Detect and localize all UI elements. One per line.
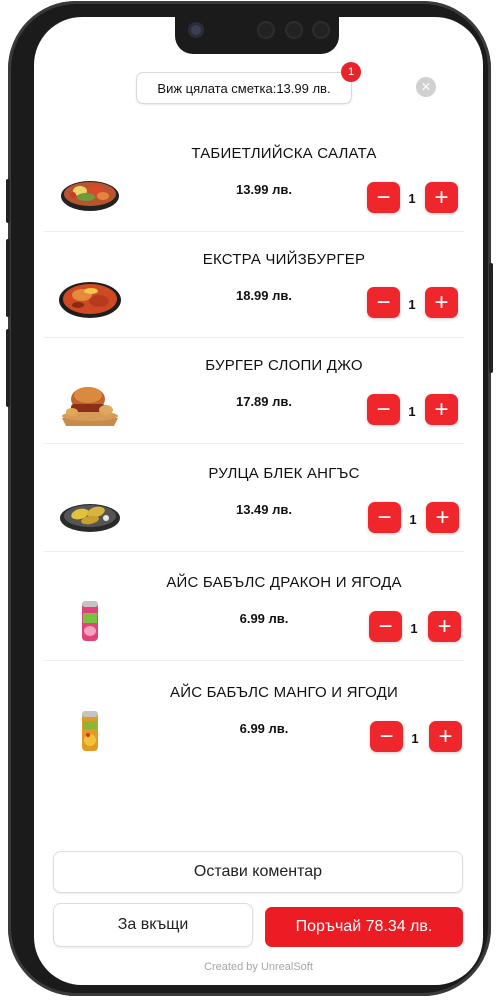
side-button: [6, 179, 10, 223]
order-button[interactable]: Поръчай 78.34 лв.: [265, 907, 463, 947]
item-image-burger: [58, 380, 122, 426]
item-quantity: 1: [411, 731, 419, 746]
item-price: 6.99 лв.: [239, 611, 289, 626]
item-price: 17.89 лв.: [235, 394, 292, 409]
sensor-dot: [285, 21, 303, 39]
item-quantity: 1: [408, 297, 416, 312]
cart-item: АЙС БАБЪЛС ДРАКОН И ЯГОДА 6.99 лв. − 1 +: [44, 553, 464, 661]
item-name: РУЛЦА БЛЕК АНГЪС: [208, 465, 360, 482]
side-button: [6, 329, 10, 407]
side-button: [489, 263, 493, 373]
camera-icon: [188, 22, 204, 38]
credit-text: Created by UnrealSoft: [204, 961, 313, 973]
item-name: АЙС БАБЪЛС ДРАКОН И ЯГОДА: [166, 574, 402, 591]
decrease-quantity-button[interactable]: −: [370, 721, 403, 752]
order-label: Поръчай 78.34 лв.: [295, 918, 433, 935]
leave-comment-button[interactable]: Остави коментар: [53, 851, 463, 893]
sensor-dot: [257, 21, 275, 39]
item-image-drink-pink: [58, 597, 122, 643]
view-bill-button[interactable]: Виж цялата сметка:13.99 лв.: [136, 72, 352, 104]
cart-item: АЙС БАБЪЛС МАНГО И ЯГОДИ 6.99 лв. − 1 +: [44, 663, 464, 771]
item-quantity: 1: [410, 621, 418, 636]
item-price: 18.99 лв.: [235, 288, 292, 303]
item-name: ТАБИЕТЛИЙСКА САЛАТА: [191, 145, 377, 162]
side-button: [6, 239, 10, 317]
decrease-quantity-button[interactable]: −: [367, 394, 400, 425]
item-name: БУРГЕР СЛОПИ ДЖО: [205, 357, 363, 374]
sensor-dot: [312, 21, 330, 39]
item-image-platter: [58, 274, 122, 320]
item-image-rolls: [58, 488, 122, 534]
decrease-quantity-button[interactable]: −: [367, 287, 400, 318]
takeaway-label: За вкъщи: [117, 916, 189, 933]
view-bill-label: Виж цялата сметка:13.99 лв.: [157, 80, 331, 96]
item-name: ЕКСТРА ЧИЙЗБУРГЕР: [202, 251, 366, 268]
item-price: 6.99 лв.: [239, 721, 289, 736]
item-price: 13.99 лв.: [235, 182, 292, 197]
cart-item: БУРГЕР СЛОПИ ДЖО 17.89 лв. − 1 +: [44, 336, 464, 444]
item-quantity: 1: [409, 512, 417, 527]
item-name: АЙС БАБЪЛС МАНГО И ЯГОДИ: [170, 684, 398, 701]
increase-quantity-button[interactable]: +: [426, 502, 459, 533]
takeaway-button[interactable]: За вкъщи: [53, 903, 253, 947]
app-screen: Виж цялата сметка:13.99 лв. 1 ✕ ТАБИЕТЛИ…: [34, 17, 483, 985]
increase-quantity-button[interactable]: +: [425, 287, 458, 318]
decrease-quantity-button[interactable]: −: [368, 502, 401, 533]
item-quantity: 1: [408, 191, 416, 206]
decrease-quantity-button[interactable]: −: [367, 182, 400, 213]
item-image-salad: [58, 168, 122, 214]
item-price: 13.49 лв.: [235, 502, 292, 517]
leave-comment-label: Остави коментар: [193, 863, 323, 880]
cart-item: ТАБИЕТЛИЙСКА САЛАТА 13.99 лв. − 1 +: [44, 124, 464, 232]
increase-quantity-button[interactable]: +: [425, 394, 458, 425]
phone-frame: Виж цялата сметка:13.99 лв. 1 ✕ ТАБИЕТЛИ…: [6, 1, 493, 996]
item-divider: [44, 551, 464, 552]
cart-item: РУЛЦА БЛЕК АНГЪС 13.49 лв. − 1 +: [44, 444, 464, 552]
device-notch: [175, 17, 339, 54]
increase-quantity-button[interactable]: +: [425, 182, 458, 213]
item-divider: [44, 660, 464, 661]
item-quantity: 1: [408, 404, 416, 419]
cart-item: ЕКСТРА ЧИЙЗБУРГЕР 18.99 лв. − 1 +: [44, 230, 464, 338]
close-icon[interactable]: ✕: [416, 77, 436, 97]
item-image-drink-mango: [58, 707, 122, 753]
decrease-quantity-button[interactable]: −: [369, 611, 402, 642]
increase-quantity-button[interactable]: +: [429, 721, 462, 752]
increase-quantity-button[interactable]: +: [428, 611, 461, 642]
bill-count-badge: 1: [341, 62, 361, 82]
